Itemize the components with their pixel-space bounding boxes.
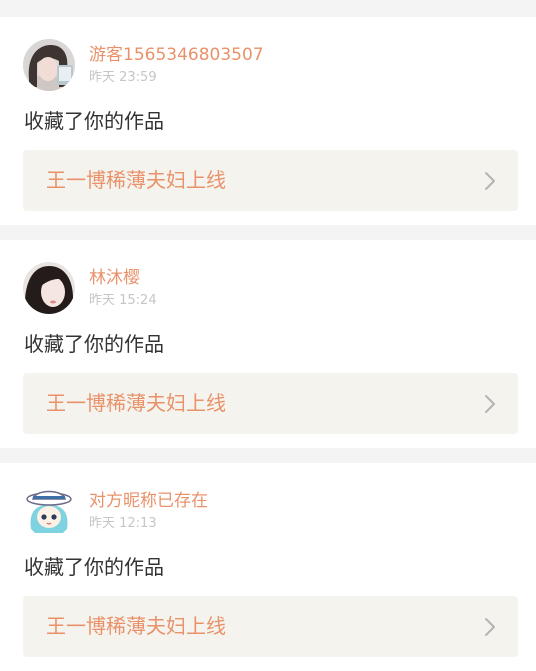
timestamp: 昨天 23:59 xyxy=(89,70,157,85)
work-title: 王一博稀薄夫妇上线 xyxy=(46,391,226,415)
work-title: 王一博稀薄夫妇上线 xyxy=(46,168,226,192)
work-link[interactable]: 王一博稀薄夫妇上线 xyxy=(23,150,518,211)
username[interactable]: 游客1565346803507 xyxy=(89,45,264,65)
chevron-right-icon xyxy=(485,618,495,636)
work-title: 王一博稀薄夫妇上线 xyxy=(46,614,226,638)
username[interactable]: 对方昵称已存在 xyxy=(89,491,208,511)
work-link[interactable]: 王一博稀薄夫妇上线 xyxy=(23,373,518,434)
chevron-right-icon xyxy=(485,395,495,413)
action-text: 收藏了你的作品 xyxy=(24,109,164,133)
action-text: 收藏了你的作品 xyxy=(24,332,164,356)
user-avatar-cartoon-icon xyxy=(23,485,75,537)
user-avatar-photo-icon xyxy=(23,39,75,91)
notification-card: 林沐樱 昨天 15:24 收藏了你的作品 王一博稀薄夫妇上线 xyxy=(0,240,536,448)
notification-card: 游客1565346803507 昨天 23:59 收藏了你的作品 王一博稀薄夫妇… xyxy=(0,17,536,225)
chevron-right-icon xyxy=(485,172,495,190)
timestamp: 昨天 15:24 xyxy=(89,293,157,308)
timestamp: 昨天 12:13 xyxy=(89,516,157,531)
avatar[interactable] xyxy=(23,39,75,91)
notification-card: 对方昵称已存在 昨天 12:13 收藏了你的作品 王一博稀薄夫妇上线 xyxy=(0,463,536,671)
work-link[interactable]: 王一博稀薄夫妇上线 xyxy=(23,596,518,657)
action-text: 收藏了你的作品 xyxy=(24,555,164,579)
avatar[interactable] xyxy=(23,485,75,537)
user-avatar-photo-icon xyxy=(23,262,75,314)
username[interactable]: 林沐樱 xyxy=(89,268,140,288)
avatar[interactable] xyxy=(23,262,75,314)
